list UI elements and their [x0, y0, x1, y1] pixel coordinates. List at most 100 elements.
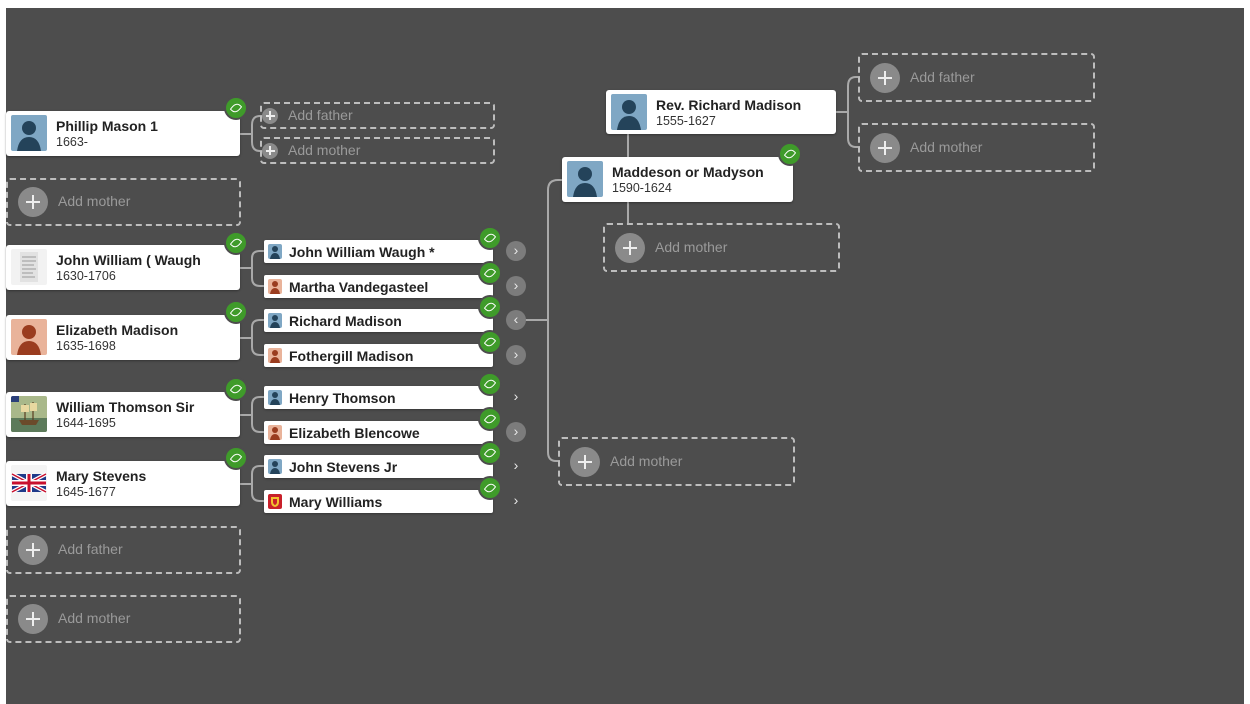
person-name: Maddeson or Madyson — [612, 164, 764, 180]
person-card-mary-williams[interactable]: Mary Williams — [264, 490, 493, 513]
record-hint-leaf-icon[interactable] — [224, 446, 248, 470]
person-card-john-william-waugh-star[interactable]: John William Waugh * — [264, 240, 493, 263]
record-hint-leaf-icon[interactable] — [478, 261, 502, 285]
chevron-right-icon[interactable]: › — [506, 276, 526, 296]
person-card-henry-thomson[interactable]: Henry Thomson — [264, 386, 493, 409]
female-silhouette-icon — [11, 319, 47, 355]
add-father-button[interactable]: Add father — [6, 526, 241, 574]
plus-icon — [615, 232, 645, 263]
record-hint-leaf-icon[interactable] — [478, 441, 502, 465]
add-mother-button[interactable]: Add mother — [603, 223, 840, 272]
record-hint-leaf-icon[interactable] — [478, 226, 502, 250]
person-name: John William ( Waugh — [56, 252, 201, 268]
plus-icon — [570, 446, 600, 477]
male-silhouette-icon — [567, 161, 603, 197]
add-father-button[interactable]: Add father — [260, 102, 495, 129]
coat-of-arms-icon — [268, 494, 282, 509]
person-card-maddeson-or-madyson[interactable]: Maddeson or Madyson 1590-1624 — [562, 157, 793, 202]
plus-icon — [18, 187, 48, 217]
person-name: Rev. Richard Madison — [656, 97, 802, 113]
record-hint-leaf-icon[interactable] — [224, 377, 248, 401]
person-card-elizabeth-madison[interactable]: Elizabeth Madison 1635-1698 — [6, 315, 240, 360]
add-label: Add mother — [910, 138, 983, 155]
record-hint-leaf-icon[interactable] — [478, 295, 502, 319]
record-hint-leaf-icon[interactable] — [478, 330, 502, 354]
male-silhouette-icon — [268, 459, 282, 474]
add-father-button[interactable]: Add father — [858, 53, 1095, 102]
person-card-elizabeth-blencowe[interactable]: Elizabeth Blencowe — [264, 421, 493, 444]
person-dates: 1630-1706 — [56, 269, 116, 283]
male-silhouette-icon — [611, 94, 647, 130]
person-dates: 1645-1677 — [56, 485, 116, 499]
male-silhouette-icon — [268, 244, 282, 259]
person-card-martha-vandegasteel[interactable]: Martha Vandegasteel — [264, 275, 493, 298]
record-hint-leaf-icon[interactable] — [224, 231, 248, 255]
person-dates: 1663- — [56, 135, 88, 149]
chevron-right-icon[interactable]: › — [506, 491, 526, 511]
plus-icon — [870, 132, 900, 163]
person-name: Henry Thomson — [289, 390, 396, 406]
record-hint-leaf-icon[interactable] — [478, 372, 502, 396]
plus-icon — [262, 107, 278, 124]
add-mother-button[interactable]: Add mother — [558, 437, 795, 486]
person-name: Mary Stevens — [56, 468, 147, 484]
person-name: Elizabeth Blencowe — [289, 425, 420, 441]
person-name: Mary Williams — [289, 494, 383, 510]
person-card-phillip-mason[interactable]: Phillip Mason 1 1663- — [6, 111, 240, 156]
person-dates: 1555-1627 — [656, 114, 716, 128]
add-mother-button[interactable]: Add mother — [260, 137, 495, 164]
add-label: Add mother — [58, 193, 131, 209]
person-card-john-william-waugh[interactable]: John William ( Waugh 1630-1706 — [6, 245, 240, 290]
add-label: Add father — [58, 541, 123, 557]
male-silhouette-icon — [11, 115, 47, 151]
add-mother-button[interactable]: Add mother — [858, 123, 1095, 172]
male-silhouette-icon — [268, 390, 282, 405]
person-name: John William Waugh * — [289, 244, 435, 260]
person-dates: 1635-1698 — [56, 339, 116, 353]
record-hint-leaf-icon[interactable] — [778, 142, 802, 166]
person-name: Richard Madison — [289, 313, 402, 329]
add-label: Add father — [288, 106, 353, 123]
person-card-rev-richard-madison[interactable]: Rev. Richard Madison 1555-1627 — [606, 90, 836, 134]
person-dates: 1644-1695 — [56, 416, 116, 430]
add-mother-button[interactable]: Add mother — [6, 178, 241, 226]
female-silhouette-icon — [268, 348, 282, 363]
person-card-richard-madison[interactable]: Richard Madison — [264, 309, 493, 332]
person-dates: 1590-1624 — [612, 181, 672, 195]
ship-painting-icon — [11, 396, 47, 432]
union-jack-flag-icon — [11, 465, 47, 501]
person-name: Martha Vandegasteel — [289, 279, 429, 295]
chevron-right-icon[interactable]: › — [506, 387, 526, 407]
chevron-right-icon[interactable]: › — [506, 456, 526, 476]
person-name: Phillip Mason 1 — [56, 118, 158, 134]
record-hint-leaf-icon[interactable] — [478, 476, 502, 500]
add-label: Add mother — [610, 452, 683, 469]
female-silhouette-icon — [268, 425, 282, 440]
female-silhouette-icon — [268, 279, 282, 294]
chevron-right-icon[interactable]: › — [506, 422, 526, 442]
record-hint-leaf-icon[interactable] — [224, 300, 248, 324]
person-name: John Stevens Jr — [289, 459, 398, 475]
plus-icon — [870, 62, 900, 93]
person-card-mary-stevens[interactable]: Mary Stevens 1645-1677 — [6, 461, 240, 506]
male-silhouette-icon — [268, 313, 282, 328]
plus-icon — [18, 604, 48, 634]
person-card-william-thomson[interactable]: William Thomson Sir 1644-1695 — [6, 392, 240, 437]
chevron-right-icon[interactable]: › — [506, 241, 526, 261]
chevron-right-icon[interactable]: › — [506, 345, 526, 365]
person-card-fothergill-madison[interactable]: Fothergill Madison — [264, 344, 493, 367]
plus-icon — [262, 142, 278, 159]
person-name: Elizabeth Madison — [56, 322, 179, 338]
document-thumbnail-icon — [11, 249, 47, 285]
person-name: Fothergill Madison — [289, 348, 414, 364]
chevron-left-icon[interactable]: ‹ — [506, 310, 526, 330]
record-hint-leaf-icon[interactable] — [478, 407, 502, 431]
add-mother-button[interactable]: Add mother — [6, 595, 241, 643]
record-hint-leaf-icon[interactable] — [224, 96, 248, 120]
person-card-john-stevens-jr[interactable]: John Stevens Jr — [264, 455, 493, 478]
add-label: Add mother — [58, 610, 131, 626]
add-label: Add mother — [655, 238, 728, 255]
person-name: William Thomson Sir — [56, 399, 195, 415]
plus-icon — [18, 535, 48, 565]
add-label: Add mother — [288, 141, 361, 158]
